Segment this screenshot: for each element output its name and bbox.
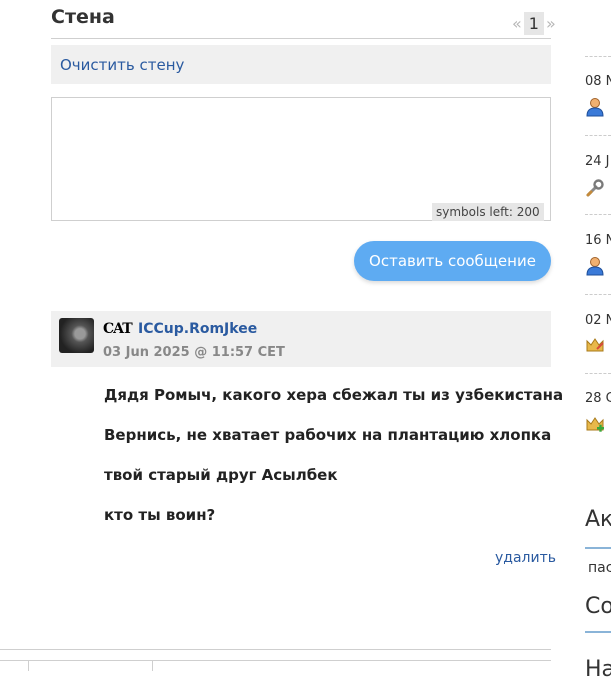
event-date: 28 C xyxy=(585,391,611,406)
post-text-line: Вернись, не хватает рабочих на плантацию… xyxy=(104,426,552,444)
clear-wall-link[interactable]: Очистить стену xyxy=(60,56,184,74)
wall-title: Стена xyxy=(51,6,115,28)
sidebar-heading: Со xyxy=(585,594,611,619)
event-divider xyxy=(585,135,611,136)
clan-tag: CAT xyxy=(103,321,133,337)
event-date: 08 N xyxy=(585,74,611,89)
delete-post-link[interactable]: удалить xyxy=(495,550,556,566)
wall-pager: « 1 » xyxy=(510,10,558,36)
title-divider xyxy=(51,38,551,39)
pager-prev[interactable]: « xyxy=(510,14,524,33)
avatar[interactable] xyxy=(59,318,94,353)
crown-icon xyxy=(586,338,604,352)
event-divider xyxy=(585,214,611,215)
sidebar-text: пас xyxy=(588,560,611,576)
sidebar-heading: Ак xyxy=(585,507,611,532)
post-date: 03 Jun 2025 @ 11:57 CET xyxy=(103,345,285,360)
event-divider xyxy=(585,56,611,57)
event-date: 24 J xyxy=(585,154,610,169)
post-message-button[interactable]: Оставить сообщение xyxy=(354,241,551,281)
wrench-icon xyxy=(586,179,604,197)
user-icon xyxy=(586,257,604,276)
user-icon xyxy=(586,98,604,117)
post-text-line: твой старый друг Асылбек xyxy=(104,466,338,484)
bottom-tab-strip xyxy=(0,660,551,671)
post-message-button-label: Оставить сообщение xyxy=(369,252,536,270)
sidebar-heading-rule xyxy=(585,547,611,549)
post-text-line: кто ты воин? xyxy=(104,506,216,524)
event-date: 16 N xyxy=(585,233,611,248)
symbols-left-counter: symbols left: 200 xyxy=(432,203,544,221)
crown-plus-icon xyxy=(586,417,604,432)
post-author-link[interactable]: ICCup.RomJkee xyxy=(138,321,257,337)
event-divider xyxy=(585,294,611,295)
sidebar-heading-rule xyxy=(585,631,611,633)
event-date: 02 N xyxy=(585,313,611,328)
pager-current-page[interactable]: 1 xyxy=(523,11,544,35)
pager-next[interactable]: » xyxy=(544,14,558,33)
event-divider xyxy=(585,373,611,374)
section-divider xyxy=(0,649,551,650)
post-text-line: Дядя Ромыч, какого хера сбежал ты из узб… xyxy=(104,386,564,404)
